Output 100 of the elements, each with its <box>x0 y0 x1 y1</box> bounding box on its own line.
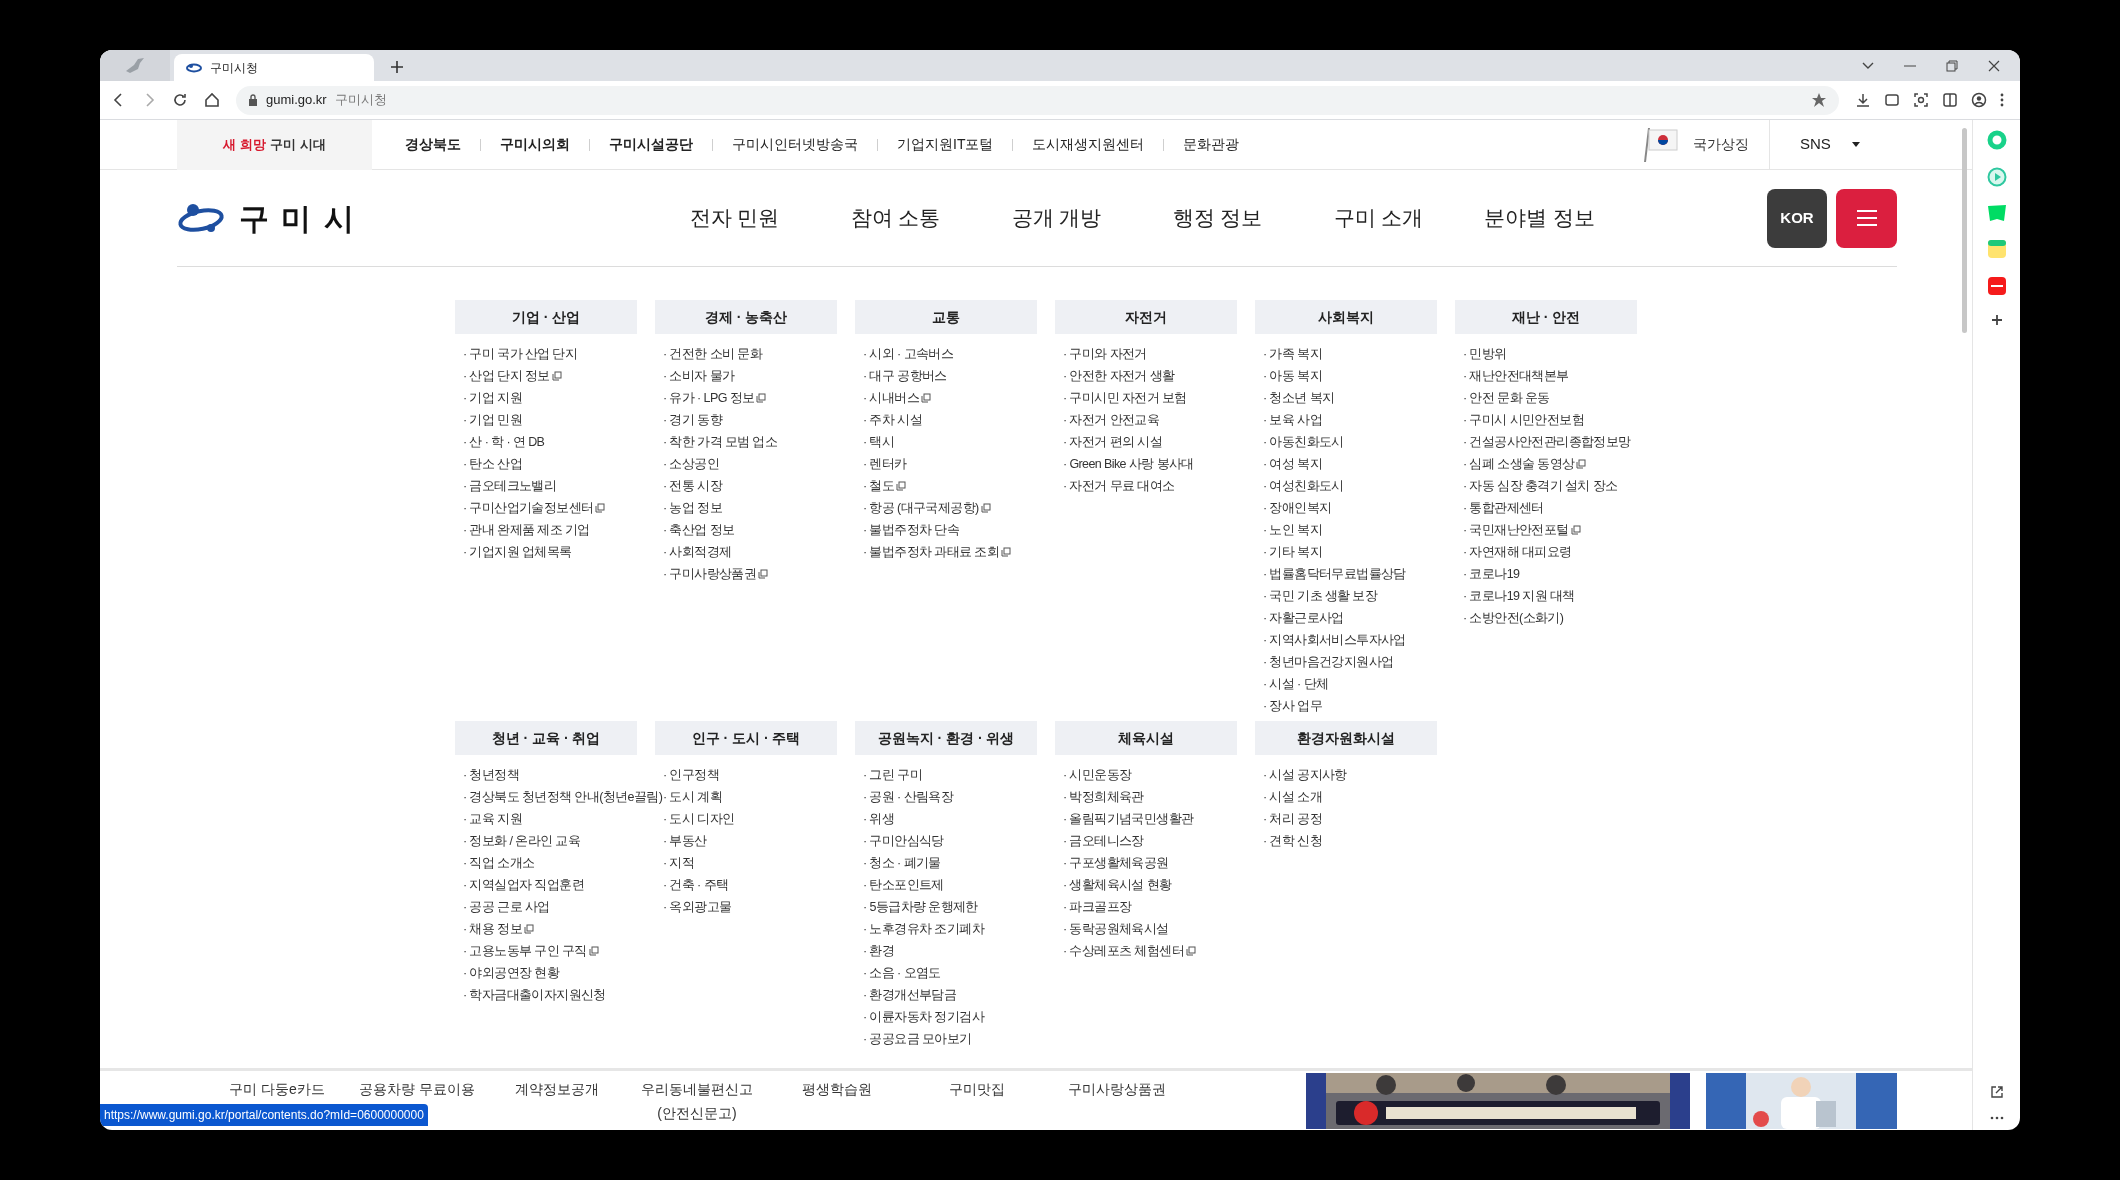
menu-link[interactable]: · 학자금대출이자지원신청 <box>463 985 606 1005</box>
menu-link[interactable]: · 청년정책 <box>463 765 520 785</box>
main-nav-link[interactable]: 전자 민원 <box>689 202 780 234</box>
menu-button[interactable] <box>1836 188 1897 248</box>
menu-link[interactable]: · 견학 신청 <box>1263 831 1322 851</box>
menu-link[interactable]: · 자동 심장 충격기 설치 장소 <box>1463 476 1618 496</box>
menu-link[interactable]: · 자전거 무료 대여소 <box>1063 476 1175 496</box>
reload-icon[interactable] <box>172 92 188 108</box>
top-nav-link[interactable]: 구미시인터넷방송국 <box>713 134 877 155</box>
split-view-icon[interactable] <box>1942 92 1958 108</box>
menu-link[interactable]: · 박정희체육관 <box>1063 787 1144 807</box>
new-tab-icon[interactable] <box>390 60 404 74</box>
menu-link[interactable]: · 국민 기초 생활 보장 <box>1263 586 1378 606</box>
menu-link[interactable]: · 대구 공항버스 <box>863 366 947 386</box>
main-nav-link[interactable]: 분야별 정보 <box>1484 202 1595 234</box>
menu-link[interactable]: · 사회적경제 <box>663 542 732 562</box>
menu-link[interactable]: · 청소년 복지 <box>1263 388 1335 408</box>
menu-link[interactable]: · 택시 <box>863 432 895 452</box>
menu-link[interactable]: · 아동친화도시 <box>1263 432 1344 452</box>
national-symbol-link[interactable]: 국가상징 <box>1693 134 1749 155</box>
menu-link[interactable]: · 금오테크노밸리 <box>463 476 557 496</box>
menu-link[interactable]: · 구포생활체육공원 <box>1063 853 1169 873</box>
menu-link[interactable]: · 그린 구미 <box>863 765 922 785</box>
menu-link[interactable]: · 유가 · LPG 정보 <box>663 388 755 408</box>
menu-link[interactable]: · 지역사회서비스투자사업 <box>1263 630 1406 650</box>
profile-icon[interactable] <box>1971 92 1987 108</box>
menu-link[interactable]: · 가족 복지 <box>1263 344 1322 364</box>
main-nav-link[interactable]: 참여 소통 <box>850 202 941 234</box>
menu-link[interactable]: · 이륜자동차 정기검사 <box>863 1007 984 1027</box>
menu-link[interactable]: · 구미산업기술정보센터 <box>463 498 594 518</box>
menu-link[interactable]: · 금오테니스장 <box>1063 831 1144 851</box>
menu-link[interactable]: · 기업 지원 <box>463 388 522 408</box>
menu-link[interactable]: · 교육 지원 <box>463 809 522 829</box>
menu-link[interactable]: · 여성친화도시 <box>1263 476 1344 496</box>
menu-link[interactable]: · 소음 · 오염도 <box>863 963 941 983</box>
menu-link[interactable]: · 심폐 소생술 동영상 <box>1463 454 1575 474</box>
menu-link[interactable]: · 안전한 자전거 생활 <box>1063 366 1175 386</box>
menu-link[interactable]: · 구미사랑상품권 <box>663 564 757 584</box>
menu-link[interactable]: · 직업 소개소 <box>463 853 535 873</box>
menu-link[interactable]: · 국민재난안전포털 <box>1463 520 1569 540</box>
menu-link[interactable]: · 전통 시장 <box>663 476 722 496</box>
menu-link[interactable]: · Green Bike 사랑 봉사대 <box>1063 454 1194 474</box>
menu-link[interactable]: · 법률홈닥터무료법률상담 <box>1263 564 1406 584</box>
scrollbar[interactable] <box>1962 128 1967 333</box>
language-button[interactable]: KOR <box>1767 188 1827 248</box>
download-icon[interactable] <box>1855 92 1871 108</box>
menu-link[interactable]: · 인구정책 <box>663 765 720 785</box>
menu-link[interactable]: · 관내 완제품 제조 기업 <box>463 520 590 540</box>
open-window-icon[interactable] <box>1989 1085 2004 1099</box>
footer-link[interactable]: 구미사랑상품권 <box>1068 1077 1166 1125</box>
menu-link[interactable]: · 민방위 <box>1463 344 1507 364</box>
menu-link[interactable]: · 5등급차량 운행제한 <box>863 897 978 917</box>
restore-icon[interactable] <box>1946 59 1958 72</box>
menu-link[interactable]: · 기업 민원 <box>463 410 522 430</box>
top-nav-link[interactable]: 경상북도 <box>386 134 480 155</box>
menu-link[interactable]: · 구미안심식당 <box>863 831 944 851</box>
main-nav-link[interactable]: 행정 정보 <box>1172 202 1263 234</box>
browser-tab[interactable]: 구미시청 <box>174 54 374 81</box>
menu-link[interactable]: · 시설 소개 <box>1263 787 1322 807</box>
menu-link[interactable]: · 공공요금 모아보기 <box>863 1029 972 1049</box>
menu-link[interactable]: · 노인 복지 <box>1263 520 1322 540</box>
chevron-down-icon[interactable] <box>1862 61 1874 70</box>
menu-link[interactable]: · 소비자 물가 <box>663 366 735 386</box>
menu-link[interactable]: · 착한 가격 모범 업소 <box>663 432 778 452</box>
menu-link[interactable]: · 동락공원체육시설 <box>1063 919 1169 939</box>
more-icon[interactable] <box>1989 1116 2004 1120</box>
screenshot-icon[interactable] <box>1913 92 1929 108</box>
menu-link[interactable]: · 여성 복지 <box>1263 454 1322 474</box>
menu-link[interactable]: · 시설 · 단체 <box>1263 674 1329 694</box>
menu-link[interactable]: · 탄소포인트제 <box>863 875 944 895</box>
menu-link[interactable]: · 건설공사안전관리종합정보망 <box>1463 432 1631 452</box>
city-logo[interactable]: 구 미 시 <box>177 195 654 241</box>
menu-link[interactable]: · 정보화 / 온라인 교육 <box>463 831 581 851</box>
menu-link[interactable]: · 구미시 시민안전보험 <box>1463 410 1584 430</box>
main-nav-link[interactable]: 공개 개방 <box>1011 202 1102 234</box>
plus-icon[interactable] <box>1989 313 2004 327</box>
slogan-logo[interactable]: 새 희망 구미 시대 <box>177 119 372 170</box>
top-nav-link[interactable]: 문화관광 <box>1164 134 1259 155</box>
close-icon[interactable] <box>1988 59 2000 72</box>
menu-link[interactable]: · 위생 <box>863 809 895 829</box>
more-icon[interactable] <box>2000 93 2004 107</box>
menu-link[interactable]: · 기업지원 업체목록 <box>463 542 572 562</box>
top-nav-link[interactable]: 기업지원IT포털 <box>878 134 1013 155</box>
footer-link[interactable]: 구미맛집 <box>949 1077 1005 1125</box>
menu-link[interactable]: · 건전한 소비 문화 <box>663 344 762 364</box>
menu-link[interactable]: · 불법주정차 단속 <box>863 520 960 540</box>
menu-link[interactable]: · 경기 동향 <box>663 410 722 430</box>
address-field[interactable]: gumi.go.kr 구미시청 <box>236 85 1839 115</box>
menu-link[interactable]: · 시내버스 <box>863 388 920 408</box>
menu-link[interactable]: · 탄소 산업 <box>463 454 522 474</box>
menu-link[interactable]: · 주차 시설 <box>863 410 922 430</box>
menu-link[interactable]: · 불법주정차 과태료 조회 <box>863 542 1000 562</box>
menu-link[interactable]: · 시외 · 고속버스 <box>863 344 954 364</box>
menu-link[interactable]: · 파크골프장 <box>1063 897 1132 917</box>
menu-link[interactable]: · 구미시민 자전거 보험 <box>1063 388 1187 408</box>
menu-link[interactable]: · 경상북도 청년정책 안내(청년e끌림) <box>463 787 663 807</box>
menu-link[interactable]: · 축산업 정보 <box>663 520 735 540</box>
menu-link[interactable]: · 렌터카 <box>863 454 907 474</box>
menu-link[interactable]: · 처리 공정 <box>1263 809 1322 829</box>
menu-link[interactable]: · 보육 사업 <box>1263 410 1322 430</box>
